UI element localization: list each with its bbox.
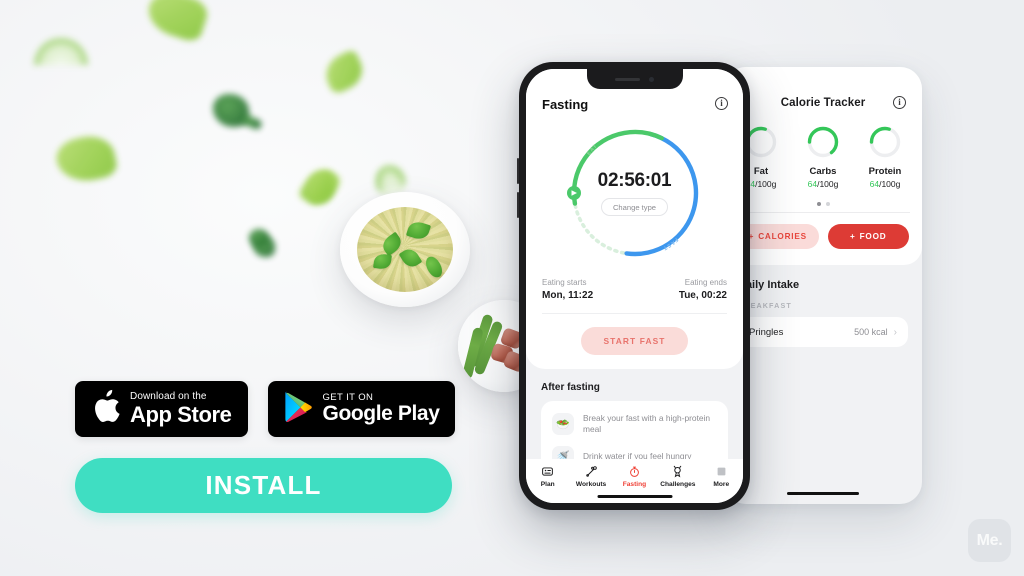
info-icon[interactable]: i <box>715 97 728 110</box>
dumbbell-icon <box>570 464 612 479</box>
broccoli-floret-decor <box>213 94 249 127</box>
more-grid-icon <box>700 464 742 479</box>
volume-up-button[interactable] <box>517 158 519 184</box>
install-button[interactable]: INSTALL <box>75 458 452 513</box>
carousel-pager[interactable] <box>724 193 922 208</box>
celery-piece-decor-2 <box>319 48 369 96</box>
phone-mockup: Fasting i EAT FAST 02:56:01 Change type … <box>517 62 750 510</box>
broccoli-stem-decor <box>238 113 264 131</box>
food-entry-meta: 500 kcal › <box>854 327 897 338</box>
app-store-badge[interactable]: Download on the App Store <box>75 381 248 437</box>
eating-ends: Eating ends Tue, 00:22 <box>679 278 727 301</box>
add-food-label: FOOD <box>859 232 887 241</box>
tab-fasting[interactable]: Fasting <box>613 464 655 488</box>
add-calories-label: CALORIES <box>758 232 807 241</box>
salad-emoji-icon: 🥗 <box>552 413 574 436</box>
eating-starts-label: Eating starts <box>542 278 587 287</box>
calorie-actions: + CALORIES + FOOD <box>724 213 922 253</box>
celery-piece-decor-3 <box>53 131 119 187</box>
google-play-badge[interactable]: GET IT ON Google Play <box>267 381 456 437</box>
carbs-ring <box>806 125 840 159</box>
macro-value: 64/100g <box>869 179 901 189</box>
eating-starts: Eating starts Mon, 11:22 <box>542 278 593 301</box>
macro-label: Protein <box>868 166 902 177</box>
eating-ends-label: Eating ends <box>684 278 727 287</box>
google-play-big-label: Google Play <box>322 401 440 425</box>
macro-ring-list: Fat 64/100g Carbs 64/100g Protein 64/100… <box>724 109 922 193</box>
calorie-tracker-header-card: Calorie Tracker i Fat 64/100g Carbs 64/1… <box>724 67 922 265</box>
eating-starts-value: Mon, 11:22 <box>542 290 594 301</box>
tab-plan[interactable]: Plan <box>527 464 569 488</box>
home-indicator <box>597 494 672 498</box>
fasting-screen: Fasting i EAT FAST 02:56:01 Change type … <box>526 69 743 503</box>
tab-label: Challenges <box>660 481 696 488</box>
info-icon[interactable]: i <box>893 96 906 109</box>
add-food-button[interactable]: + FOOD <box>827 224 909 249</box>
start-fast-button[interactable]: START FAST <box>581 327 688 355</box>
cucumber-slice-decor <box>34 38 88 65</box>
page-title: Fasting <box>542 97 589 112</box>
macro-label: Carbs <box>809 166 837 177</box>
pager-dot-active[interactable] <box>816 202 821 206</box>
phone-notch <box>586 69 683 89</box>
tab-label: Plan <box>540 481 555 488</box>
broccoli-floret-decor-3 <box>249 229 269 247</box>
promo-banner: Calorie Tracker i Fat 64/100g Carbs 64/1… <box>0 0 1024 576</box>
home-indicator <box>787 491 859 495</box>
tab-label: Workouts <box>575 481 607 488</box>
macro-item-protein[interactable]: Protein 64/100g <box>854 125 916 189</box>
timer-center: 02:56:01 Change type <box>560 118 710 268</box>
earpiece-speaker <box>615 77 640 81</box>
chevron-right-icon: › <box>893 326 897 338</box>
macro-value: 64/100g <box>807 179 839 189</box>
stopwatch-icon <box>613 464 655 479</box>
change-type-button[interactable]: Change type <box>600 198 669 216</box>
store-badges: Download on the App Store GET IT ON Goog… <box>75 381 456 437</box>
calorie-tracker-screen: Calorie Tracker i Fat 64/100g Carbs 64/1… <box>724 67 922 504</box>
food-entry-name: Pringles <box>749 326 784 338</box>
pager-dot[interactable] <box>825 202 830 206</box>
tip-text: Break your fast with a high-protein meal <box>583 413 711 435</box>
trophy-icon <box>657 464 699 479</box>
tab-label: More <box>713 481 730 488</box>
fasting-timer-ring[interactable]: EAT FAST 02:56:01 Change type <box>560 118 710 268</box>
daily-intake-section: Daily Intake BREAKFAST Pringles 500 kcal… <box>724 265 922 347</box>
apple-logo-icon <box>91 389 121 430</box>
meal-section-label: BREAKFAST <box>738 301 792 310</box>
brand-watermark: Me. <box>968 519 1011 562</box>
broccoli-floret-decor-2 <box>253 236 275 257</box>
tip-item[interactable]: 🥗 Break your fast with a high-protein me… <box>550 408 719 441</box>
volume-down-button[interactable] <box>517 192 519 218</box>
celery-piece-decor-4 <box>297 162 343 212</box>
tab-challenges[interactable]: Challenges <box>657 464 699 488</box>
eating-window-row: Eating starts Mon, 11:22 Eating ends Tue… <box>526 270 743 301</box>
app-store-text: Download on the App Store <box>130 392 232 426</box>
app-store-big-label: App Store <box>130 401 232 427</box>
google-play-icon <box>284 390 314 428</box>
fasting-card: Fasting i EAT FAST 02:56:01 Change type … <box>526 69 743 369</box>
macro-item-carbs[interactable]: Carbs 64/100g <box>792 125 854 189</box>
celery-piece-decor <box>142 0 212 44</box>
daily-intake-heading: Daily Intake <box>738 279 800 291</box>
tab-more[interactable]: More <box>700 464 742 488</box>
tab-label: Fasting <box>622 481 647 488</box>
divider <box>542 313 727 314</box>
tab-workouts[interactable]: Workouts <box>570 464 612 488</box>
food-entry-kcal: 500 kcal <box>854 327 888 337</box>
google-play-text: GET IT ON Google Play <box>323 393 440 425</box>
after-fasting-heading: After fasting <box>541 382 600 393</box>
protein-ring <box>868 125 902 159</box>
celery-piece-decor-5 <box>306 171 336 205</box>
plan-icon <box>527 464 569 479</box>
fasting-timer-value: 02:56:01 <box>597 170 672 191</box>
food-entry-row[interactable]: Pringles 500 kcal › <box>738 317 908 347</box>
front-camera-icon <box>649 76 654 82</box>
plus-icon: + <box>850 232 856 241</box>
eating-ends-value: Tue, 00:22 <box>678 290 727 301</box>
pesto-pasta-photo <box>340 192 470 307</box>
